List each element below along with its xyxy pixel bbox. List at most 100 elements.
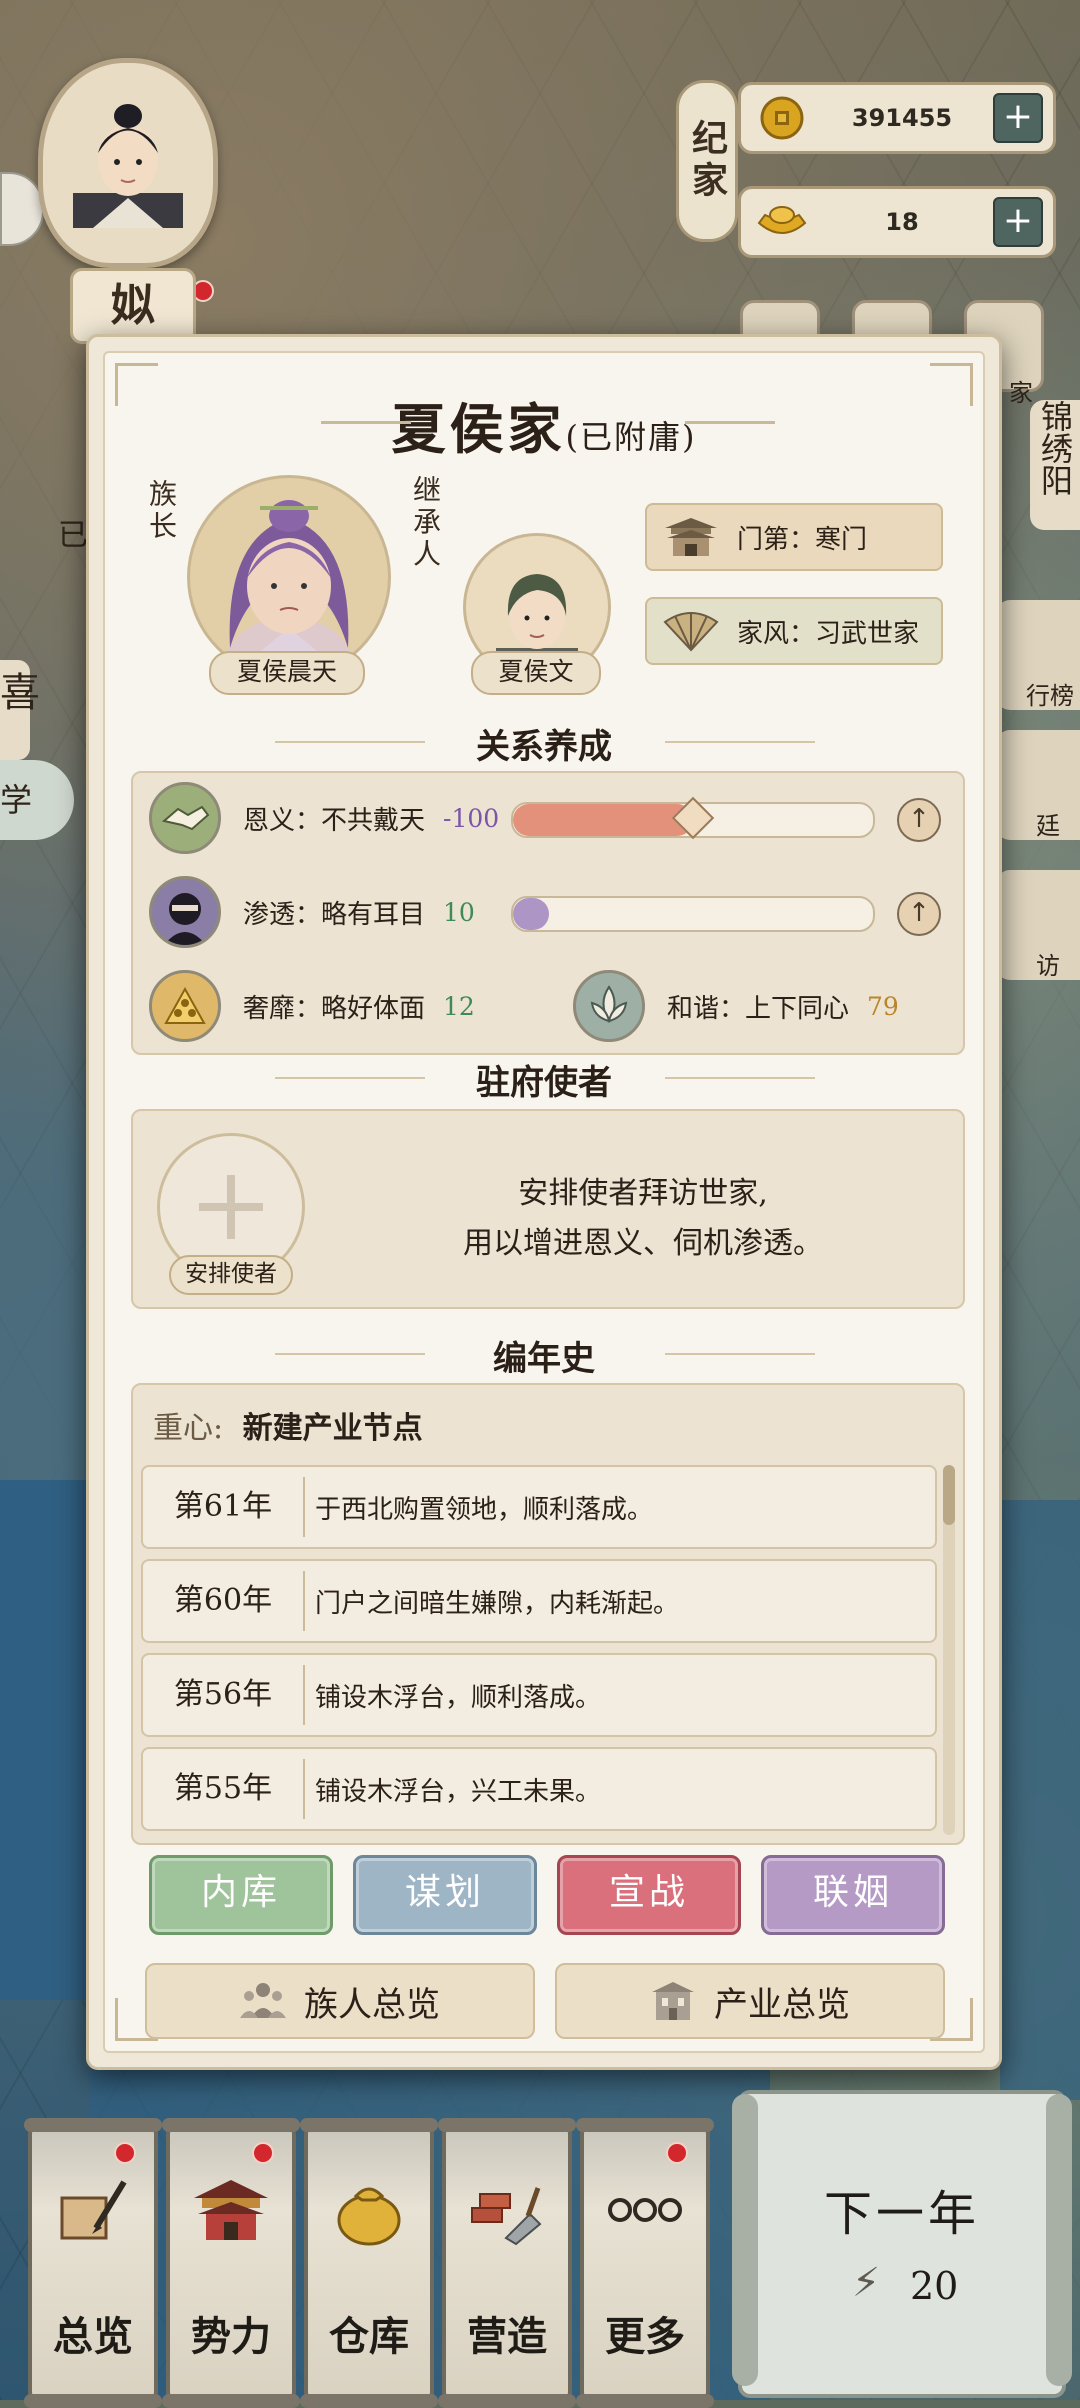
focus-label: 重心: bbox=[153, 1411, 224, 1446]
scroll-rod bbox=[162, 2118, 300, 2132]
infiltration-row: 渗透：略有耳目 10 bbox=[149, 876, 475, 948]
palace-icon bbox=[194, 2180, 268, 2240]
entry-text: 铺设木浮台，顺利落成。 bbox=[315, 1682, 602, 1713]
harmony-label: 和谐：上下同心 bbox=[667, 993, 850, 1024]
chronicle-title: 编年史 bbox=[493, 1339, 595, 1379]
court-button[interactable]: 廷 bbox=[996, 730, 1080, 840]
declare-war-button[interactable]: 宣战 bbox=[557, 1855, 741, 1935]
notification-dot bbox=[666, 2142, 688, 2164]
marriage-button[interactable]: 联姻 bbox=[761, 1855, 945, 1935]
ninja-icon bbox=[149, 876, 221, 948]
scroll-rod bbox=[438, 2118, 576, 2132]
scroll-rod bbox=[162, 2394, 300, 2408]
money-bag-icon bbox=[337, 2187, 401, 2246]
infiltration-upgrade-button[interactable]: ↑ bbox=[897, 892, 941, 936]
industry-overview-button[interactable]: 产业总览 bbox=[555, 1963, 945, 2039]
chronicle-entry: 第61年 于西北购置领地，顺利落成。 bbox=[141, 1465, 937, 1549]
harmony-value: 79 bbox=[867, 991, 899, 1021]
map-label[interactable]: 喜 bbox=[0, 660, 40, 760]
infiltration-bar bbox=[511, 896, 875, 932]
title-ornament bbox=[685, 421, 775, 424]
nav-construction[interactable]: 营造 bbox=[438, 2118, 576, 2408]
chronicle-focus: 重心: 新建产业节点 bbox=[153, 1403, 423, 1447]
relations-title: 关系养成 bbox=[476, 727, 612, 767]
lotus-icon bbox=[573, 970, 645, 1042]
lightning-icon: ⚡ bbox=[852, 2260, 881, 2306]
dialog-body: 夏侯家(已附庸) 族长 夏侯晨天 继承人 夏侯文 门第：寒门 家风：习武世家 关… bbox=[103, 351, 985, 2053]
scroll-brush-icon bbox=[60, 2180, 127, 2240]
gatehouse-icon bbox=[665, 518, 717, 556]
add-coins-button[interactable]: + bbox=[993, 93, 1043, 143]
more-dots-icon bbox=[608, 2198, 682, 2222]
add-gold-button[interactable]: + bbox=[993, 197, 1043, 247]
title-ornament bbox=[321, 421, 411, 424]
nav-forces[interactable]: 势力 bbox=[162, 2118, 300, 2408]
family-style-tag: 家风：习武世家 bbox=[645, 597, 943, 665]
luxury-row: 奢靡：略好体面 12 bbox=[149, 970, 475, 1042]
nav-label: 势力 bbox=[191, 2313, 271, 2360]
gratitude-upgrade-button[interactable]: ↑ bbox=[897, 798, 941, 842]
section-divider bbox=[665, 1077, 815, 1079]
scroll-rod bbox=[300, 2118, 438, 2132]
gold-bar: 18 + bbox=[738, 186, 1056, 258]
region-name-tag[interactable]: 锦绣阳 bbox=[1030, 400, 1080, 530]
entry-text: 铺设木浮台，兴工未果。 bbox=[315, 1776, 602, 1807]
leader-label: 族长 bbox=[145, 479, 178, 543]
nav-label: 更多 bbox=[605, 2313, 685, 2360]
visit-button[interactable]: 访 bbox=[996, 870, 1080, 980]
trowel-bricks-icon bbox=[471, 2187, 542, 2246]
clan-overview-label: 族人总览 bbox=[304, 1984, 440, 2025]
nav-warehouse[interactable]: 仓库 bbox=[300, 2118, 438, 2408]
leader-name: 夏侯晨天 bbox=[209, 651, 365, 695]
building-icon bbox=[652, 1982, 694, 2020]
envoy-title: 驻府使者 bbox=[476, 1063, 612, 1103]
plot-button[interactable]: 谋划 bbox=[353, 1855, 537, 1935]
gratitude-label: 恩义：不共戴天 bbox=[243, 805, 426, 836]
family-chronicle-button[interactable]: 纪家 bbox=[676, 80, 738, 242]
entry-year: 第56年 bbox=[143, 1665, 305, 1725]
nav-label: 仓库 bbox=[329, 2313, 409, 2360]
clan-overview-button[interactable]: 族人总览 bbox=[145, 1963, 535, 2039]
nav-more[interactable]: 更多 bbox=[576, 2118, 714, 2408]
map-label: 已 bbox=[58, 518, 88, 553]
section-divider bbox=[665, 1353, 815, 1355]
nav-overview[interactable]: 总览 bbox=[24, 2118, 162, 2408]
entry-year: 第61年 bbox=[143, 1477, 305, 1537]
scrollbar-thumb[interactable] bbox=[943, 1465, 955, 1525]
leader-avatar[interactable] bbox=[187, 475, 391, 679]
ranking-button[interactable]: 行榜 bbox=[996, 600, 1080, 710]
chronicle-scrollbar[interactable] bbox=[943, 1465, 955, 1835]
gold-pile-icon bbox=[149, 970, 221, 1042]
court-label: 廷 bbox=[1036, 812, 1060, 840]
coin-bar: 391455 + bbox=[738, 82, 1056, 154]
river bbox=[1000, 1500, 1080, 2100]
folding-fan-icon bbox=[663, 612, 719, 652]
family-detail-dialog: 夏侯家(已附庸) 族长 夏侯晨天 继承人 夏侯文 门第：寒门 家风：习武世家 关… bbox=[86, 334, 1002, 2070]
infiltration-label: 渗透：略有耳目 bbox=[243, 899, 426, 930]
coin-count: 391455 bbox=[851, 104, 953, 132]
heir-name: 夏侯文 bbox=[471, 651, 601, 695]
infiltration-bar-fill bbox=[513, 898, 549, 930]
treasury-button[interactable]: 内库 bbox=[149, 1855, 333, 1935]
next-year-button[interactable]: 下一年 ⚡ 20 bbox=[732, 2090, 1072, 2398]
assign-envoy-button[interactable]: 安排使者 bbox=[169, 1255, 293, 1295]
nav-label: 营造 bbox=[467, 2313, 547, 2360]
infiltration-value: 10 bbox=[443, 897, 475, 927]
envoy-panel: 安排使者 安排使者拜访世家, 用以增进恩义、伺机渗透。 bbox=[131, 1109, 965, 1309]
gratitude-row: 恩义：不共戴天 -100 bbox=[149, 782, 499, 854]
player-name-tag[interactable]: 姒 bbox=[70, 268, 196, 344]
envoy-description: 安排使者拜访世家, 用以增进恩义、伺机渗透。 bbox=[343, 1169, 943, 1269]
coin-icon bbox=[760, 96, 804, 140]
river bbox=[0, 1480, 90, 2000]
energy-count: 20 bbox=[910, 2264, 959, 2308]
envoy-desc-line: 用以增进恩义、伺机渗透。 bbox=[463, 1226, 823, 1261]
entry-year: 第55年 bbox=[143, 1759, 305, 1819]
people-icon bbox=[240, 1983, 286, 2018]
next-year-label: 下一年 bbox=[823, 2186, 980, 2242]
scroll-rod bbox=[576, 2394, 714, 2408]
player-portrait[interactable] bbox=[38, 58, 218, 268]
ranking-label: 行榜 bbox=[1026, 682, 1074, 710]
entry-text: 门户之间暗生嫌隙，内耗渐起。 bbox=[315, 1588, 680, 1619]
family-name: 夏侯家 bbox=[391, 397, 566, 461]
chronicle-panel[interactable]: 重心: 新建产业节点 第61年 于西北购置领地，顺利落成。 第60年 门户之间暗… bbox=[131, 1383, 965, 1845]
